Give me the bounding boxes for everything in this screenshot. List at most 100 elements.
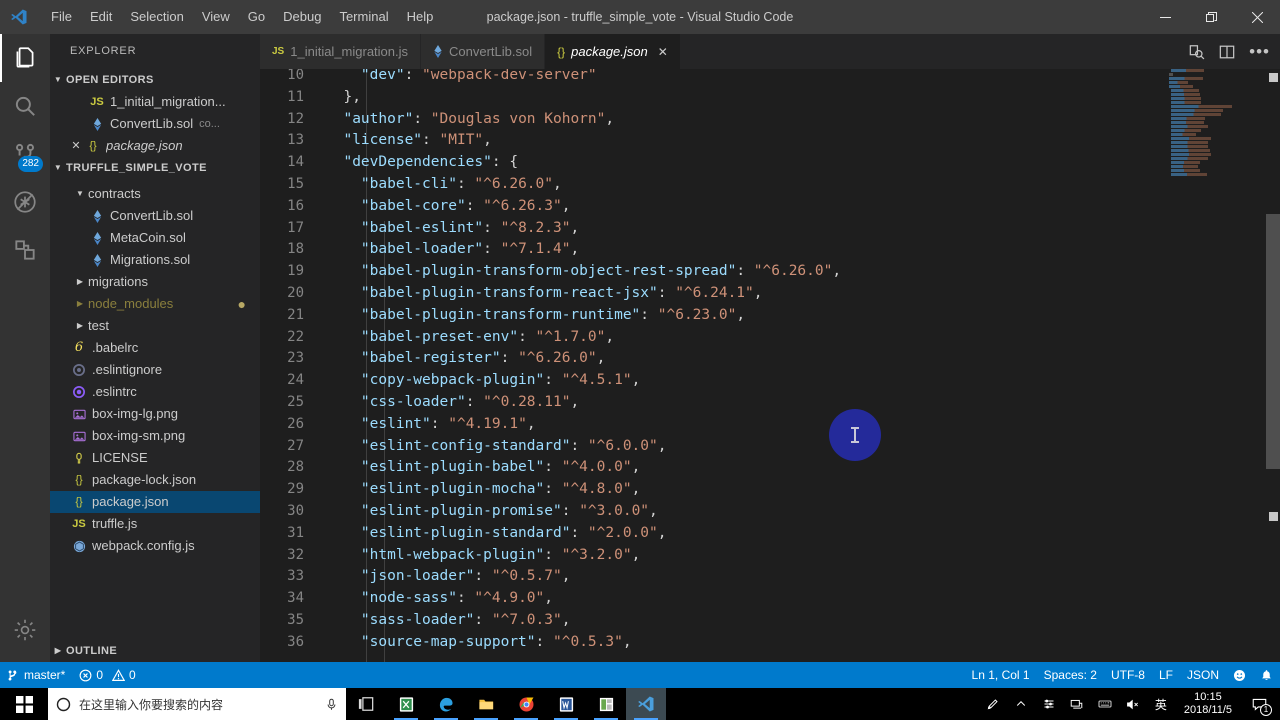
tree-item-eslintignore[interactable]: .eslintignore [50,359,260,381]
close-button[interactable] [1234,0,1280,34]
code-line: 14 "devDependencies": { [260,152,841,174]
tree-item-package-json[interactable]: {} package.json [50,491,260,513]
activity-source-control[interactable]: 282 [0,130,50,178]
minimap-line [1171,121,1204,124]
menu-debug[interactable]: Debug [274,0,330,34]
taskbar-word-icon[interactable] [546,688,586,720]
status-cursor-position[interactable]: Ln 1, Col 1 [965,662,1037,688]
bell-icon [1262,669,1271,680]
windows-taskbar: 在这里输入你要搜索的内容 英 10:15 2018/11/5 1 [0,688,1280,720]
minimap[interactable] [1166,69,1266,662]
tree-item-box-img-sm[interactable]: box-img-sm.png [50,425,260,447]
maximize-restore-button[interactable] [1188,0,1234,34]
tree-item-box-img-lg[interactable]: box-img-lg.png [50,403,260,425]
line-number: 21 [287,306,304,323]
status-problems[interactable]: 0 0 [72,662,142,688]
status-branch[interactable]: master* [0,662,72,688]
line-number: 27 [287,437,304,454]
open-editor-item-1[interactable]: JS 1_initial_migration... [50,91,260,113]
tree-item-license[interactable]: LICENSE [50,447,260,469]
taskbar-search-box[interactable]: 在这里输入你要搜索的内容 [48,688,346,720]
code-content: 10 "dev": "webpack-dev-server" 11 }, 12 "a… [260,69,841,654]
split-editor-icon[interactable] [1219,44,1235,60]
task-view-icon[interactable] [346,688,386,720]
section-project-root[interactable]: ▼ TRUFFLE_SIMPLE_VOTE [50,157,260,179]
notification-center-button[interactable]: 1 [1242,688,1276,720]
tree-item-webpack-config[interactable]: webpack.config.js [50,535,260,557]
editor-scrollbar[interactable] [1266,69,1280,662]
network-icon[interactable] [1064,688,1090,720]
taskbar-app-icon[interactable] [586,688,626,720]
tree-item-migrations[interactable]: ▶ migrations [50,271,260,293]
solidity-icon [88,253,106,267]
close-icon[interactable]: ✕ [68,135,84,157]
open-editor-name: ConvertLib.sol [110,116,194,131]
activity-explorer[interactable] [0,34,50,82]
menu-file[interactable]: File [42,0,81,34]
sliders-icon[interactable] [1036,688,1062,720]
editor-actions: ••• [1189,34,1280,69]
menu-view[interactable]: View [193,0,239,34]
sidebar-title: EXPLORER [70,45,137,57]
menu-selection[interactable]: Selection [121,0,192,34]
code-viewport[interactable]: 10 "dev": "webpack-dev-server" 11 }, 12 "a… [260,69,1280,662]
ime-indicator[interactable]: 英 [1148,688,1174,720]
open-editor-item-3[interactable]: ✕ {} package.json [50,135,260,157]
tree-item-eslintrc[interactable]: .eslintrc [50,381,260,403]
warning-icon [112,668,126,681]
status-encoding[interactable]: UTF-8 [1104,662,1152,688]
tree-item-babelrc[interactable]: 6 .babelrc [50,337,260,359]
tab-package-json[interactable]: {} package.json ✕ [545,34,681,69]
taskbar-chrome-icon[interactable] [506,688,546,720]
tree-item-contracts[interactable]: ▼ contracts [50,183,260,205]
taskbar-edge-icon[interactable] [426,688,466,720]
tab-label: package.json [571,44,648,59]
taskbar-excel-icon[interactable] [386,688,426,720]
taskbar-file-explorer-icon[interactable] [466,688,506,720]
open-changes-icon[interactable] [1189,44,1205,60]
tree-item-convertlib[interactable]: ConvertLib.sol [50,205,260,227]
status-right-group: Ln 1, Col 1 Spaces: 2 UTF-8 LF JSON [965,662,1280,688]
volume-muted-icon[interactable] [1120,688,1146,720]
tab-convertlib-sol[interactable]: ConvertLib.sol [421,34,546,69]
close-icon[interactable]: ✕ [658,45,668,59]
chevron-up-icon[interactable] [1008,688,1034,720]
taskbar-vscode-icon[interactable] [626,688,666,720]
windows-start-icon[interactable] [0,688,48,720]
section-outline[interactable]: ▶ OUTLINE [50,640,260,662]
tree-item-metacoin[interactable]: MetaCoin.sol [50,227,260,249]
status-eol[interactable]: LF [1152,662,1180,688]
js-icon: JS [272,46,285,57]
activity-manage-settings[interactable] [0,606,50,654]
tree-item-package-lock-json[interactable]: {} package-lock.json [50,469,260,491]
activity-debug[interactable] [0,178,50,226]
eslint-icon [70,386,88,398]
line-text: "source-map-support": "^0.5.3", [360,633,632,650]
menu-terminal[interactable]: Terminal [330,0,397,34]
pen-icon[interactable] [980,688,1006,720]
tree-item-node-modules[interactable]: ▶ node_modules ● [50,293,260,315]
open-editor-item-2[interactable]: ConvertLib.sol co... [50,113,260,135]
tree-item-test[interactable]: ▶ test [50,315,260,337]
keyboard-icon[interactable] [1092,688,1118,720]
tree-item-migrations-sol[interactable]: Migrations.sol [50,249,260,271]
minimap-line [1171,117,1205,120]
status-indentation[interactable]: Spaces: 2 [1037,662,1104,688]
minimize-button[interactable] [1142,0,1188,34]
taskbar-clock[interactable]: 10:15 2018/11/5 [1176,691,1240,717]
status-notifications[interactable] [1253,662,1280,688]
activity-extensions[interactable] [0,226,50,274]
tree-item-label: MetaCoin.sol [110,230,186,245]
status-language-mode[interactable]: JSON [1180,662,1226,688]
chevron-down-icon: ▼ [53,75,63,84]
tab-1-initial-migration-js[interactable]: JS 1_initial_migration.js [260,34,422,69]
more-actions-icon[interactable]: ••• [1249,43,1270,60]
line-number: 28 [287,459,304,476]
activity-search[interactable] [0,82,50,130]
menu-edit[interactable]: Edit [81,0,121,34]
status-feedback[interactable] [1226,662,1253,688]
menu-help[interactable]: Help [398,0,443,34]
menu-go[interactable]: Go [239,0,274,34]
section-open-editors[interactable]: ▼ OPEN EDITORS [50,69,260,91]
tree-item-truffle-js[interactable]: JS truffle.js [50,513,260,535]
